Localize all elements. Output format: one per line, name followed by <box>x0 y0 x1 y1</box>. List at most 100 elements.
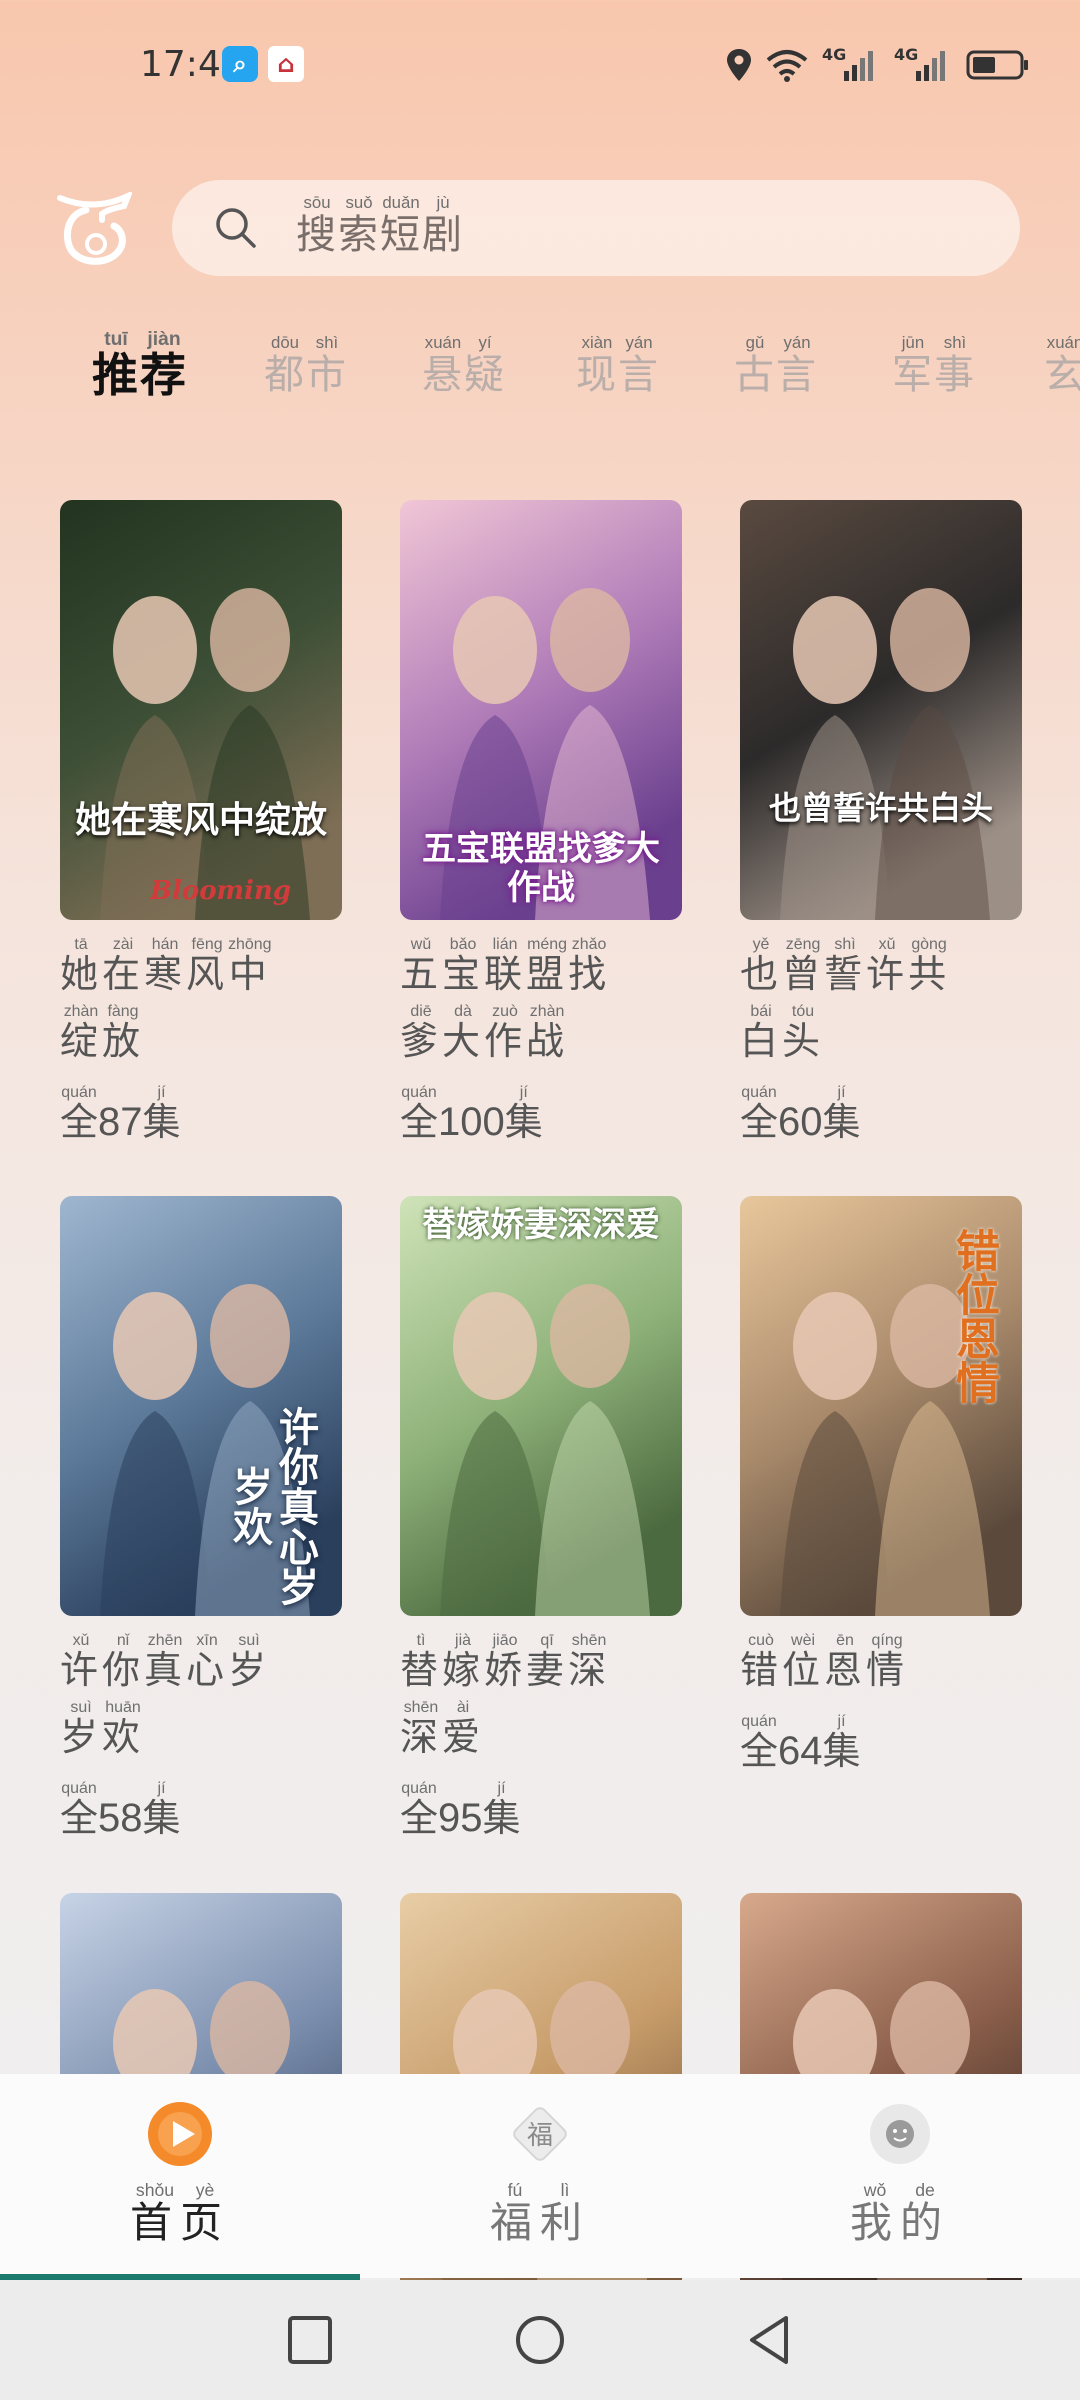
hanzi: 疑 <box>464 352 506 398</box>
drama-title[interactable]: 她tā在zài寒hán风fēng中zhōng 绽zhàn放fàng <box>60 936 360 1070</box>
drama-card[interactable]: 五宝联盟找爹大作战 五wǔ宝bǎo联lián盟méng找zhǎo 爹diē大dà作z… <box>400 500 682 1146</box>
ruby-char: 情qíng <box>866 1632 908 1692</box>
drama-poster[interactable]: 五宝联盟找爹大作战 <box>400 500 682 920</box>
pinyin: cuò <box>740 1632 783 1649</box>
hanzi: 誓 <box>824 952 867 996</box>
recents-button[interactable] <box>286 2312 334 2368</box>
pinyin: quán <box>60 1084 98 1101</box>
system-nav-bar <box>0 2280 1080 2400</box>
ruby-char: 宝bǎo <box>442 936 485 996</box>
drama-card[interactable]: 错位恩情 错cuò位wèi恩ēn情qíng 全quán64集jí <box>740 1196 1022 1775</box>
pinyin: tóu <box>782 1003 825 1020</box>
pinyin: tā <box>60 936 102 953</box>
hanzi: 集 <box>482 1796 521 1840</box>
ruby-char: 誓shì <box>824 936 867 996</box>
pinyin: jí <box>142 1780 181 1797</box>
store-app-icon: ⌂ <box>268 46 304 82</box>
ruby-char: 嫁jià <box>442 1632 484 1692</box>
ruby-char: 绽zhàn <box>60 1003 102 1063</box>
hanzi: 事 <box>934 352 976 398</box>
pinyin: yè <box>180 2180 230 2200</box>
drama-title-line: 爹diē大dà作zuò战zhàn <box>400 1003 700 1070</box>
hanzi: 全 <box>400 1796 439 1840</box>
search-app-icon: ⌕ <box>222 46 258 82</box>
drama-card[interactable]: 也曾誓许共白头 也yě曾zēng誓shì许xǔ共gòng 白bái头tóu 全quán… <box>740 500 1022 1146</box>
nav-profile[interactable]: 我wǒ的de <box>720 2074 1080 2278</box>
drama-poster[interactable]: 许你真心岁岁欢 <box>60 1196 342 1616</box>
hanzi: 索 <box>338 212 380 258</box>
tab-5[interactable]: 军jūn事shì <box>892 333 976 400</box>
drama-poster[interactable]: 错位恩情 <box>740 1196 1022 1616</box>
hanzi: 放 <box>102 1019 145 1063</box>
ruby-char: 索suǒ <box>338 193 380 258</box>
nav-welfare-label: 福fú利lì <box>360 2180 720 2250</box>
ruby-char: 爹diē <box>400 1003 442 1063</box>
poster-title: 错位恩情 <box>948 1228 999 1404</box>
drama-title[interactable]: 替tì嫁jià娇jiāo妻qī深shēn 深shēn爱ài <box>400 1632 700 1766</box>
ruby-char: 娇jiāo <box>484 1632 526 1692</box>
hanzi: 位 <box>782 1648 825 1692</box>
drama-poster[interactable]: 她在寒风中绽放 Blooming <box>60 500 342 920</box>
hanzi: 言 <box>618 352 660 398</box>
ruby-char: 真zhēn <box>144 1632 187 1692</box>
tab-0[interactable]: 推tuī荐jiàn <box>92 329 188 405</box>
episode-number: 100 <box>438 1100 505 1144</box>
pinyin: zhàn <box>60 1003 102 1020</box>
location-icon <box>727 49 751 81</box>
episode-count: 全quán60集jí <box>740 1084 1022 1146</box>
nav-welfare[interactable]: 福 福fú利lì <box>360 2074 720 2278</box>
drama-card[interactable]: 替嫁娇妻深深爱 替tì嫁jià娇jiāo妻qī深shēn 深shēn爱ài 全quán… <box>400 1196 682 1842</box>
pinyin: jiàn <box>140 329 188 350</box>
poster-art <box>60 500 342 920</box>
back-button[interactable] <box>744 2312 792 2368</box>
search-bar[interactable]: 搜sōu索suǒ短duǎn剧jù <box>172 180 1020 276</box>
hanzi: 中 <box>228 952 272 996</box>
pinyin: yán <box>618 333 660 352</box>
drama-card[interactable]: 许你真心岁岁欢 许xǔ你nǐ真zhēn心xīn岁suì 岁suì欢huān 全quán… <box>60 1196 342 1842</box>
hanzi: 深 <box>568 1648 611 1692</box>
drama-title[interactable]: 错cuò位wèi恩ēn情qíng <box>740 1632 1040 1699</box>
hanzi: 联 <box>484 952 527 996</box>
pinyin: shì <box>306 333 348 352</box>
episode-number: 95 <box>438 1796 483 1840</box>
hanzi: 风 <box>186 952 229 996</box>
hanzi: 都 <box>264 352 306 398</box>
tab-4[interactable]: 古gǔ言yán <box>734 333 818 400</box>
drama-title[interactable]: 许xǔ你nǐ真zhēn心xīn岁suì 岁suì欢huān <box>60 1632 360 1766</box>
hanzi: 她 <box>60 952 103 996</box>
ruby-char: 利lì <box>540 2180 590 2247</box>
hanzi: 真 <box>144 1648 187 1692</box>
tab-1[interactable]: 都dōu市shì <box>264 333 348 400</box>
drama-poster[interactable]: 也曾誓许共白头 <box>740 500 1022 920</box>
ruby-char: 你nǐ <box>102 1632 144 1692</box>
tab-3[interactable]: 现xiàn言yán <box>576 333 660 400</box>
pinyin: fēng <box>186 936 229 953</box>
ruby-char: 爱ài <box>442 1699 484 1759</box>
drama-card[interactable]: 她在寒风中绽放 Blooming 她tā在zài寒hán风fēng中zhōng 绽zh… <box>60 500 342 1146</box>
search-placeholder: 搜sōu索suǒ短duǎn剧jù <box>296 193 464 260</box>
tab-2[interactable]: 悬xuán疑yí <box>422 333 506 400</box>
pinyin: méng <box>526 936 569 953</box>
poster-title: 也曾誓许共白头 <box>768 789 993 827</box>
drama-title[interactable]: 五wǔ宝bǎo联lián盟méng找zhǎo 爹diē大dà作zuò战zhàn <box>400 936 700 1070</box>
tab-6[interactable]: 玄xuán <box>1044 333 1080 400</box>
drama-poster[interactable]: 替嫁娇妻深深爱 <box>400 1196 682 1616</box>
hanzi: 战 <box>526 1019 569 1063</box>
hanzi: 大 <box>442 1019 485 1063</box>
hanzi: 宝 <box>442 952 485 996</box>
pinyin: jí <box>142 1084 181 1101</box>
app-logo[interactable] <box>56 192 132 268</box>
pinyin: suǒ <box>338 193 380 212</box>
pinyin: jià <box>442 1632 485 1649</box>
drama-title[interactable]: 也yě曾zēng誓shì许xǔ共gòng 白bái头tóu <box>740 936 1040 1070</box>
pinyin: shǒu <box>129 2180 180 2200</box>
nav-home[interactable]: 首shǒu页yè <box>0 2074 360 2278</box>
home-button[interactable] <box>514 2312 566 2368</box>
hanzi: 寒 <box>144 952 187 996</box>
pinyin: xuán <box>422 333 464 352</box>
hanzi: 市 <box>306 352 348 398</box>
ruby-char: 也yě <box>740 936 782 996</box>
ruby-char: 共gòng <box>908 936 950 996</box>
episode-number: 58 <box>98 1796 143 1840</box>
pinyin: qī <box>526 1632 569 1649</box>
